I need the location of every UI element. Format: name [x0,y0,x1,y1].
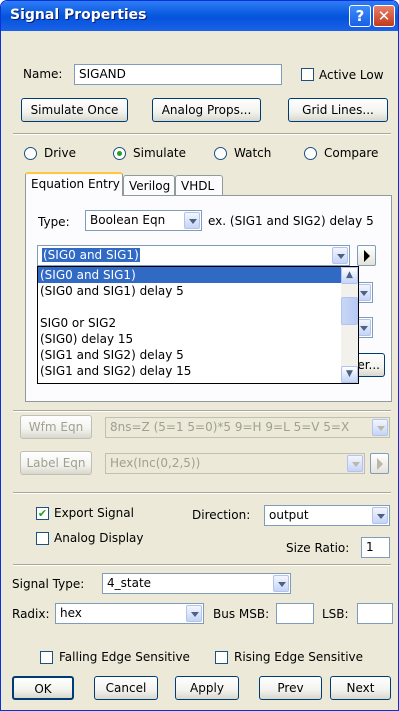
type-select[interactable]: Boolean Eqn [85,210,202,231]
analog-props-button[interactable]: Analog Props... [152,98,261,122]
ok-button[interactable]: OK [12,676,74,700]
radio-simulate[interactable] [113,147,126,160]
active-low-label: Active Low [319,68,384,82]
window-title: Signal Properties [10,7,147,23]
direction-label: Direction: [192,508,251,522]
lsb-input[interactable] [357,603,393,624]
radio-simulate-label: Simulate [133,146,187,160]
list-item[interactable]: SIG0 or SIG2 [38,315,358,331]
radix-label: Radix: [12,607,50,621]
grid-lines-button[interactable]: Grid Lines... [288,98,388,122]
name-label: Name: [23,67,63,81]
chevron-down-icon [372,507,388,524]
radio-watch-label: Watch [234,146,272,160]
separator [13,133,391,135]
list-item[interactable]: (SIG1 and SIG2) delay 5 [38,347,358,363]
tab-equation-entry[interactable]: Equation Entry [25,172,123,196]
name-input[interactable]: SIGAND [74,64,282,85]
scroll-thumb[interactable] [341,297,358,325]
separator [13,564,391,566]
title-bar[interactable]: Signal Properties ? ✕ [1,1,398,31]
bus-msb-label: Bus MSB: [213,607,270,621]
label-eqn-input[interactable]: Hex(Inc(0,2,5)) [105,453,365,474]
chevron-down-icon [186,605,202,622]
radix-select[interactable]: hex [55,603,204,624]
scroll-up-icon[interactable]: ▲ [341,267,358,284]
wfm-eqn-input[interactable]: 8ns=Z (5=1 5=0)*5 9=H 9=L 5=V 5=X [105,417,390,438]
chevron-down-icon [372,419,388,436]
list-item[interactable]: (SIG0 and SIG1) delay 5 [38,283,358,299]
export-signal-label: Export Signal [54,506,134,520]
rising-edge-checkbox[interactable] [215,651,228,664]
simulate-once-button[interactable]: Simulate Once [21,98,128,122]
prev-button[interactable]: Prev [259,676,322,700]
label-eqn-value: Hex(Inc(0,2,5)) [110,456,201,470]
separator [13,492,391,494]
lsb-label: LSB: [322,607,349,621]
chevron-down-icon [273,575,289,592]
direction-select[interactable]: output [264,505,390,526]
chevron-down-icon [332,247,348,264]
help-button[interactable]: ? [349,5,371,27]
next-button[interactable]: Next [330,676,391,700]
active-low-checkbox[interactable] [301,68,314,81]
type-label: Type: [38,215,70,229]
rising-edge-label: Rising Edge Sensitive [234,650,364,664]
play-icon[interactable] [357,245,376,266]
list-item[interactable]: (SIG0 and SIG1) [38,267,358,283]
signal-type-label: Signal Type: [12,577,85,591]
signal-type-select[interactable]: 4_state [102,573,291,594]
separator [13,410,391,412]
radio-drive-label: Drive [44,146,76,160]
analog-display-checkbox[interactable] [36,532,49,545]
wfm-eqn-button[interactable]: Wfm Eqn [20,415,92,439]
radio-drive[interactable] [24,147,37,160]
chevron-down-icon [184,212,200,229]
list-item[interactable] [38,299,358,315]
radio-compare-label: Compare [324,146,379,160]
size-ratio-label: Size Ratio: [286,541,350,555]
apply-button[interactable]: Apply [175,676,239,700]
wfm-eqn-value: 8ns=Z (5=1 5=0)*5 9=H 9=L 5=V 5=X [110,420,350,434]
scroll-down-icon[interactable]: ▼ [341,366,358,383]
direction-value: output [269,508,309,522]
size-ratio-input[interactable]: 1 [361,537,390,558]
equation-combobox[interactable]: (SIG0 and SIG1) [37,245,350,266]
tab-vhdl[interactable]: VHDL [175,175,223,197]
radix-value: hex [60,606,82,620]
close-button[interactable]: ✕ [373,5,395,27]
cancel-button[interactable]: Cancel [94,676,158,700]
play-icon[interactable] [370,453,389,474]
tab-verilog[interactable]: Verilog [123,175,175,197]
scrollbar[interactable]: ▲ ▼ [341,267,358,383]
bus-msb-input[interactable] [276,603,314,624]
signal-properties-dialog: Signal Properties ? ✕ Name: SIGAND Activ… [0,0,399,711]
label-eqn-button[interactable]: Label Eqn [20,451,92,475]
list-item[interactable]: (SIG0) delay 15 [38,331,358,347]
chevron-down-icon [347,455,363,472]
list-item[interactable]: (SIG1 and SIG2) delay 15 [38,363,358,379]
type-example: ex. (SIG1 and SIG2) delay 5 [208,214,374,228]
equation-value: (SIG0 and SIG1) [42,248,140,262]
falling-edge-label: Falling Edge Sensitive [59,650,190,664]
signal-type-value: 4_state [107,576,152,590]
radio-watch[interactable] [214,147,227,160]
falling-edge-checkbox[interactable] [40,651,53,664]
radio-compare[interactable] [304,147,317,160]
type-value: Boolean Eqn [90,213,166,227]
analog-display-label: Analog Display [54,531,144,545]
equation-dropdown-list[interactable]: (SIG0 and SIG1) (SIG0 and SIG1) delay 5 … [37,266,359,384]
export-signal-checkbox[interactable]: ✔ [36,507,49,520]
